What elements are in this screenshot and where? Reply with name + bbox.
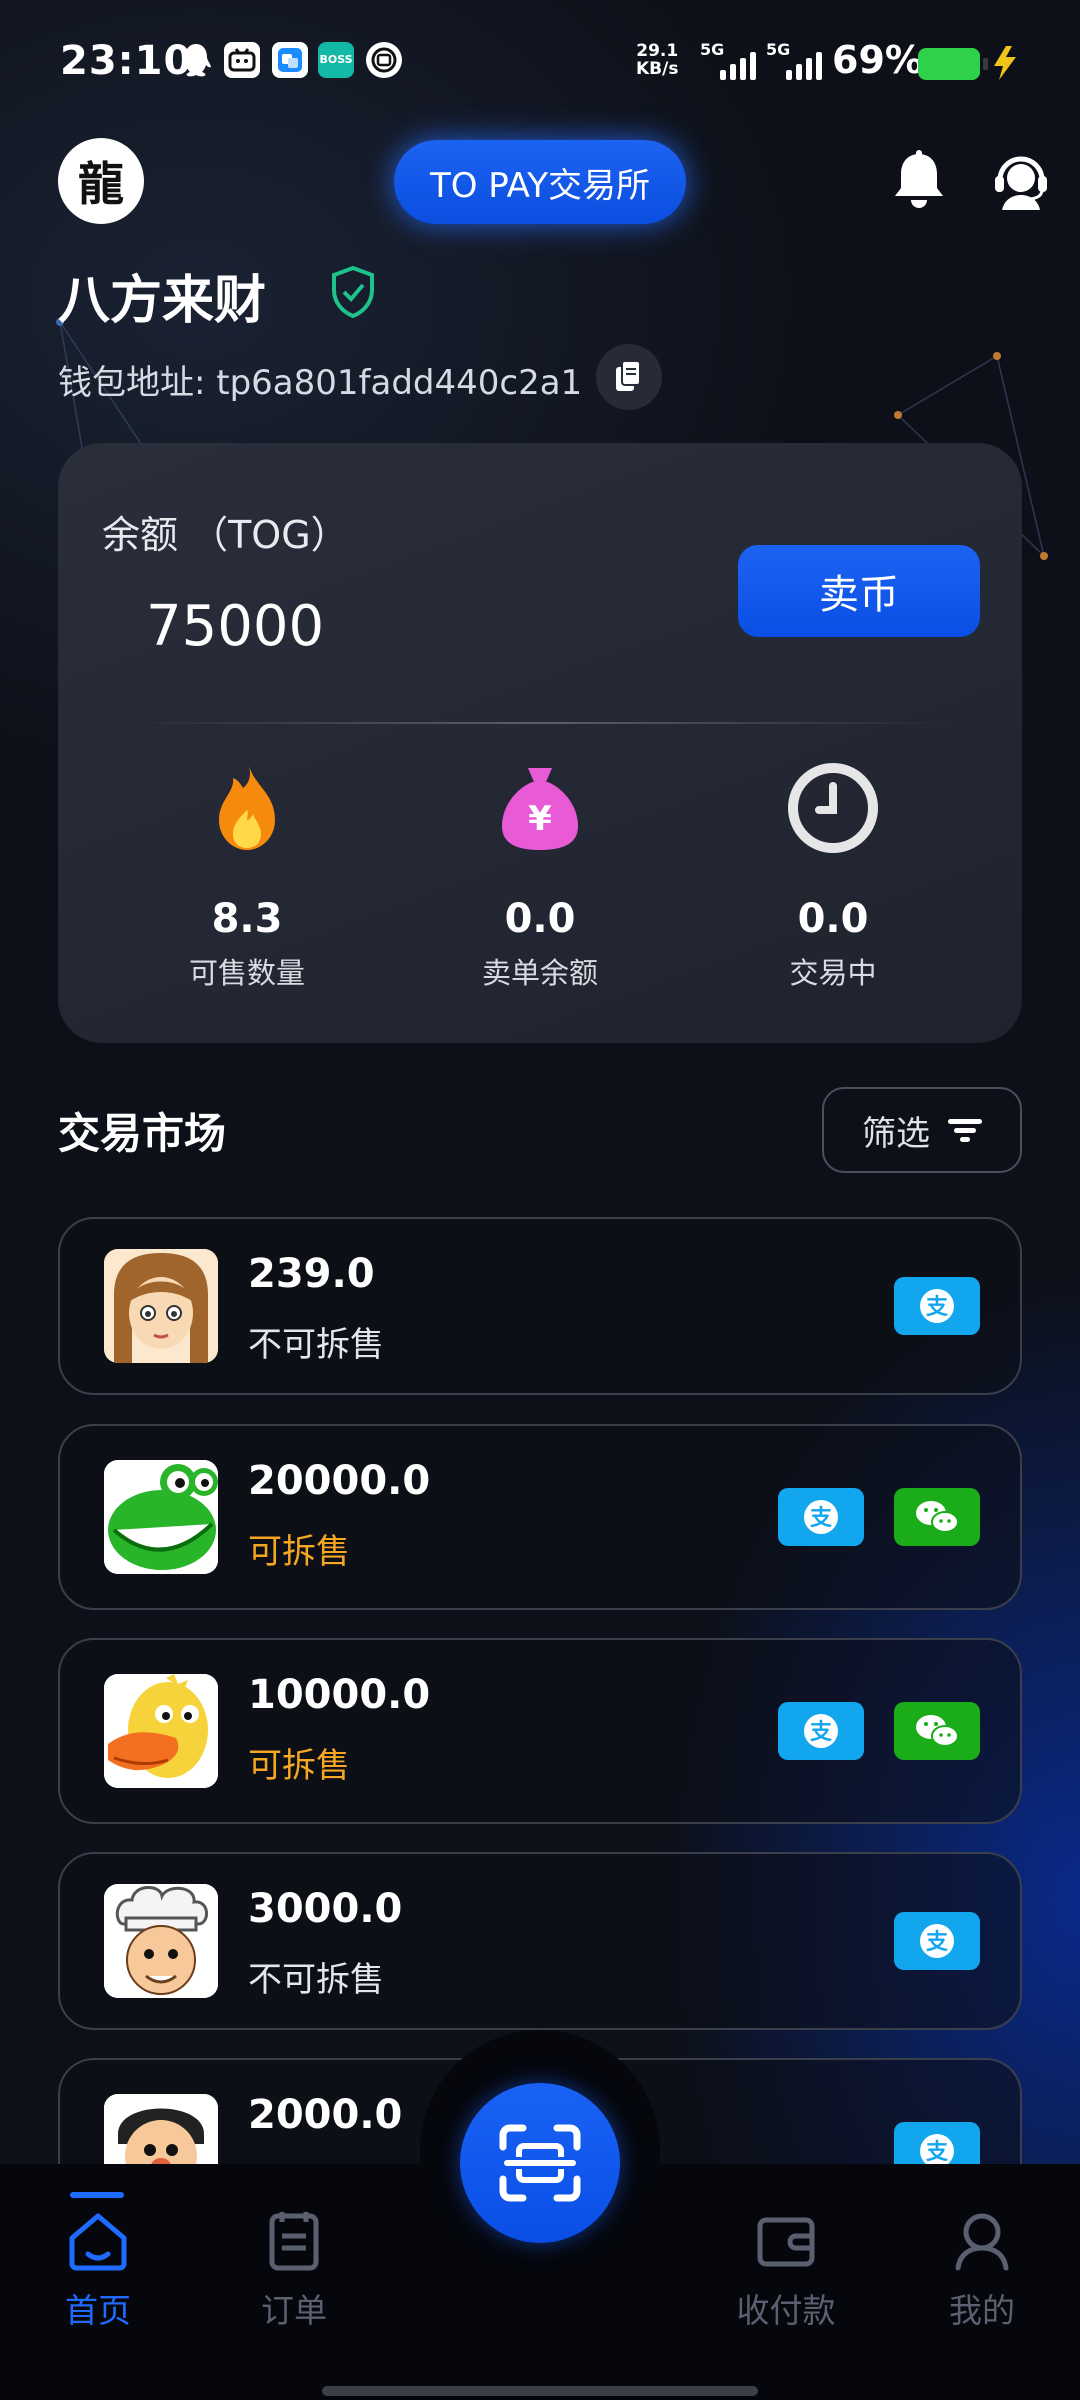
balance-value: 75000: [146, 594, 325, 659]
listing-split-status: 可拆售: [248, 1746, 350, 1786]
seller-avatar: [104, 1460, 218, 1574]
listing-amount: 10000.0: [248, 1672, 431, 1718]
listing-card[interactable]: 3000.0 不可拆售 支: [58, 1852, 1022, 2030]
svg-text:支: 支: [926, 1295, 949, 1320]
listing-split-status: 不可拆售: [248, 1960, 384, 2000]
nav-orders[interactable]: 订单: [234, 2208, 354, 2332]
listing-amount: 239.0: [248, 1251, 375, 1297]
balance-label: 余额 （TOG）: [102, 513, 349, 557]
bell-icon[interactable]: [890, 150, 948, 212]
seller-avatar: [104, 1249, 218, 1363]
lens-icon: [366, 42, 402, 78]
nav-home[interactable]: 首页: [38, 2208, 158, 2332]
wallet-address: 钱包地址: tp6a801fadd440c2a1: [58, 363, 583, 403]
nav-payments[interactable]: 收付款: [726, 2208, 846, 2332]
boss-zhipin-icon: BOSS: [318, 42, 354, 78]
copy-address-button[interactable]: [596, 344, 662, 410]
alipay-icon: 支: [778, 1488, 864, 1546]
listing-amount: 3000.0: [248, 1886, 403, 1932]
alipay-icon: 支: [894, 2122, 980, 2164]
wechat-pay-icon: [894, 1488, 980, 1546]
alipay-icon: 支: [778, 1702, 864, 1760]
orders-icon: [269, 2212, 319, 2271]
stat-available: 8.3 可售数量: [117, 760, 377, 992]
fire-icon: [219, 766, 275, 850]
listing-card[interactable]: 10000.0 可拆售 支: [58, 1638, 1022, 1824]
filter-button[interactable]: 筛选: [822, 1087, 1022, 1173]
customer-support-icon[interactable]: [990, 150, 1052, 212]
charging-bolt-icon: [994, 46, 1016, 80]
home-icon: [69, 2213, 127, 2271]
stat-in-trade: 0.0 交易中: [703, 760, 963, 992]
listing-split-status: 不可拆售: [248, 1325, 384, 1365]
qq-icon: [181, 44, 211, 77]
exchange-name-pill[interactable]: TO PAY交易所: [394, 140, 686, 224]
seller-avatar: [104, 2094, 218, 2164]
listing-split-status: 可拆售: [248, 1532, 350, 1572]
network-speed: 29.1 KB/s: [636, 41, 679, 79]
bilibili-icon: [224, 42, 260, 78]
wechat-pay-icon: [894, 1702, 980, 1760]
sell-coin-button[interactable]: 卖币: [738, 545, 980, 637]
signal-strength-icon-1: 5G: [700, 40, 756, 80]
market-title: 交易市场: [58, 1109, 227, 1158]
money-bag-icon: ¥: [502, 768, 578, 850]
seller-avatar: [104, 1884, 218, 1998]
svg-text:支: 支: [810, 1506, 833, 1531]
listing-card[interactable]: 20000.0 可拆售 支: [58, 1424, 1022, 1610]
nav-profile[interactable]: 我的: [922, 2208, 1042, 2332]
home-indicator: [322, 2386, 758, 2396]
signal-strength-icon-2: 5G: [766, 40, 822, 80]
scan-icon: [499, 2124, 581, 2202]
stat-sell-order-balance: ¥ 0.0 卖单余额: [410, 760, 670, 992]
svg-text:¥: ¥: [528, 799, 552, 839]
svg-text:支: 支: [926, 2140, 949, 2164]
listing-amount: 20000.0: [248, 1458, 431, 1504]
scan-button[interactable]: [460, 2083, 620, 2243]
alipay-icon: 支: [894, 1912, 980, 1970]
status-bar: 23:10 BOSS 29.1 KB/s 5G 5G 69%: [0, 0, 1080, 130]
brand-logo-avatar[interactable]: 龍: [58, 138, 144, 224]
filter-icon: [948, 1119, 982, 1142]
status-time: 23:10: [60, 38, 193, 84]
clock-icon: [788, 763, 878, 853]
copy-icon: [616, 360, 641, 391]
alipay-icon: 支: [894, 1277, 980, 1335]
user-name: 八方来财: [58, 271, 267, 331]
nav-active-indicator: [70, 2192, 124, 2198]
card-divider: [130, 722, 950, 724]
listing-card[interactable]: 239.0 不可拆售 支: [58, 1217, 1022, 1395]
profile-icon: [955, 2213, 1009, 2271]
verified-shield-icon: [332, 266, 374, 318]
battery-percent: 69%: [832, 38, 923, 82]
seller-avatar: [104, 1674, 218, 1788]
svg-text:支: 支: [810, 1720, 833, 1745]
listing-amount: 2000.0: [248, 2092, 403, 2138]
battery-icon: [918, 48, 988, 80]
wallet-icon: [757, 2217, 815, 2267]
svg-text:支: 支: [926, 1930, 949, 1955]
app-icon: [272, 42, 308, 78]
